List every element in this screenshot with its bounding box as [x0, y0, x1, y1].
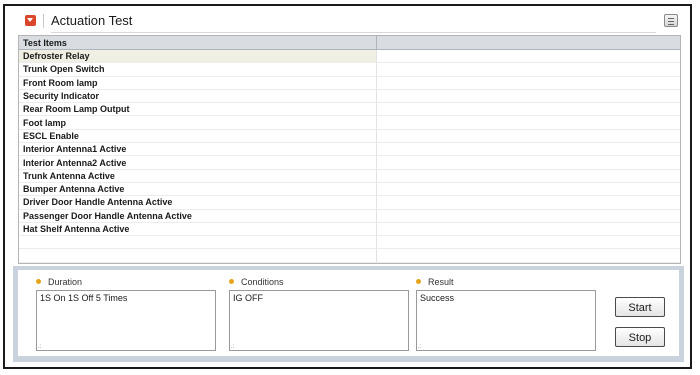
resize-handle-icon[interactable]: .: — [231, 344, 234, 350]
test-control-panel: Duration 1S On 1S Off 5 Times .: Conditi… — [13, 266, 684, 362]
test-item-name: Hat Shelf Antenna Active — [19, 222, 376, 237]
conditions-field[interactable]: IG OFF .: — [229, 290, 409, 351]
test-item-value — [375, 222, 680, 237]
table-row[interactable]: Foot lamp — [19, 115, 680, 130]
list-menu-icon[interactable] — [664, 14, 678, 27]
test-item-value — [375, 169, 680, 183]
bullet-icon — [416, 279, 421, 284]
table-row[interactable]: Interior Antenna1 Active — [19, 142, 680, 157]
stop-button[interactable]: Stop — [615, 327, 665, 347]
conditions-value: IG OFF — [233, 293, 263, 303]
table-row[interactable]: Hat Shelf Antenna Active — [19, 222, 680, 237]
result-field[interactable]: Success .: — [416, 290, 596, 351]
test-item-name — [19, 248, 376, 263]
test-item-name: Interior Antenna2 Active — [19, 155, 376, 170]
table-row[interactable]: Front Room lamp — [19, 76, 680, 90]
table-row[interactable] — [19, 248, 680, 263]
test-item-name — [19, 235, 376, 250]
test-item-name: Interior Antenna1 Active — [19, 142, 376, 157]
test-item-name: Front Room lamp — [19, 76, 376, 90]
test-item-value — [375, 248, 680, 263]
column-header-test-items[interactable]: Test Items — [19, 36, 376, 50]
test-item-value — [375, 115, 680, 130]
start-button[interactable]: Start — [615, 297, 665, 317]
resize-handle-icon[interactable]: .: — [418, 344, 421, 350]
page-title: Actuation Test — [51, 13, 133, 28]
test-item-value — [375, 182, 680, 197]
actuation-test-window: Actuation Test Test Items Defroster Rela… — [3, 4, 692, 369]
result-label: Result — [428, 277, 454, 287]
duration-value: 1S On 1S Off 5 Times — [40, 293, 128, 303]
conditions-label-group: Conditions — [229, 277, 284, 287]
test-item-name: Foot lamp — [19, 115, 376, 130]
test-item-name: Rear Room Lamp Output — [19, 102, 376, 117]
resize-handle-icon[interactable]: .: — [38, 344, 41, 350]
table-row[interactable]: ESCL Enable — [19, 129, 680, 144]
column-header-value[interactable] — [375, 36, 680, 50]
test-item-name: Bumper Antenna Active — [19, 182, 376, 197]
table-row[interactable]: Security Indicator — [19, 89, 680, 104]
test-item-value — [375, 49, 680, 64]
test-item-value — [375, 155, 680, 170]
test-item-name: Trunk Antenna Active — [19, 169, 376, 183]
header: Actuation Test — [5, 6, 690, 36]
test-item-value — [375, 62, 680, 77]
bullet-icon — [229, 279, 234, 284]
bullet-icon — [36, 279, 41, 284]
test-item-name: ESCL Enable — [19, 129, 376, 144]
duration-label-group: Duration — [36, 277, 82, 287]
test-item-value — [375, 129, 680, 144]
table-row[interactable]: Defroster Relay — [19, 49, 680, 64]
result-value: Success — [420, 293, 455, 303]
table-row[interactable]: Bumper Antenna Active — [19, 182, 680, 197]
chevron-down-icon[interactable] — [25, 15, 36, 26]
test-item-name: Driver Door Handle Antenna Active — [19, 195, 376, 210]
table-row[interactable]: Passenger Door Handle Antenna Active — [19, 209, 680, 223]
table-row[interactable]: Trunk Antenna Active — [19, 169, 680, 183]
table-row[interactable]: Rear Room Lamp Output — [19, 102, 680, 117]
table-row[interactable]: Interior Antenna2 Active — [19, 155, 680, 170]
conditions-label: Conditions — [241, 277, 284, 287]
test-item-value — [375, 195, 680, 210]
test-item-value — [375, 142, 680, 157]
duration-label: Duration — [48, 277, 83, 287]
test-item-name: Passenger Door Handle Antenna Active — [19, 209, 376, 223]
table-header-row: Test Items — [19, 36, 680, 50]
table-row[interactable]: Driver Door Handle Antenna Active — [19, 195, 680, 210]
test-item-name: Security Indicator — [19, 89, 376, 104]
test-item-name: Defroster Relay — [19, 49, 376, 64]
test-item-name: Trunk Open Switch — [19, 62, 376, 77]
title-divider — [43, 14, 44, 28]
duration-field[interactable]: 1S On 1S Off 5 Times .: — [36, 290, 216, 351]
test-control-panel-body: Duration 1S On 1S Off 5 Times .: Conditi… — [18, 270, 679, 356]
table-row[interactable]: Trunk Open Switch — [19, 62, 680, 77]
title-underline — [51, 32, 656, 33]
test-item-value — [375, 89, 680, 104]
test-items-table: Test Items Defroster Relay Trunk Open Swi… — [18, 35, 681, 264]
test-item-value — [375, 102, 680, 117]
test-item-value — [375, 76, 680, 90]
result-label-group: Result — [416, 277, 454, 287]
test-item-value — [375, 235, 680, 250]
table-row[interactable] — [19, 235, 680, 250]
test-item-value — [375, 209, 680, 223]
